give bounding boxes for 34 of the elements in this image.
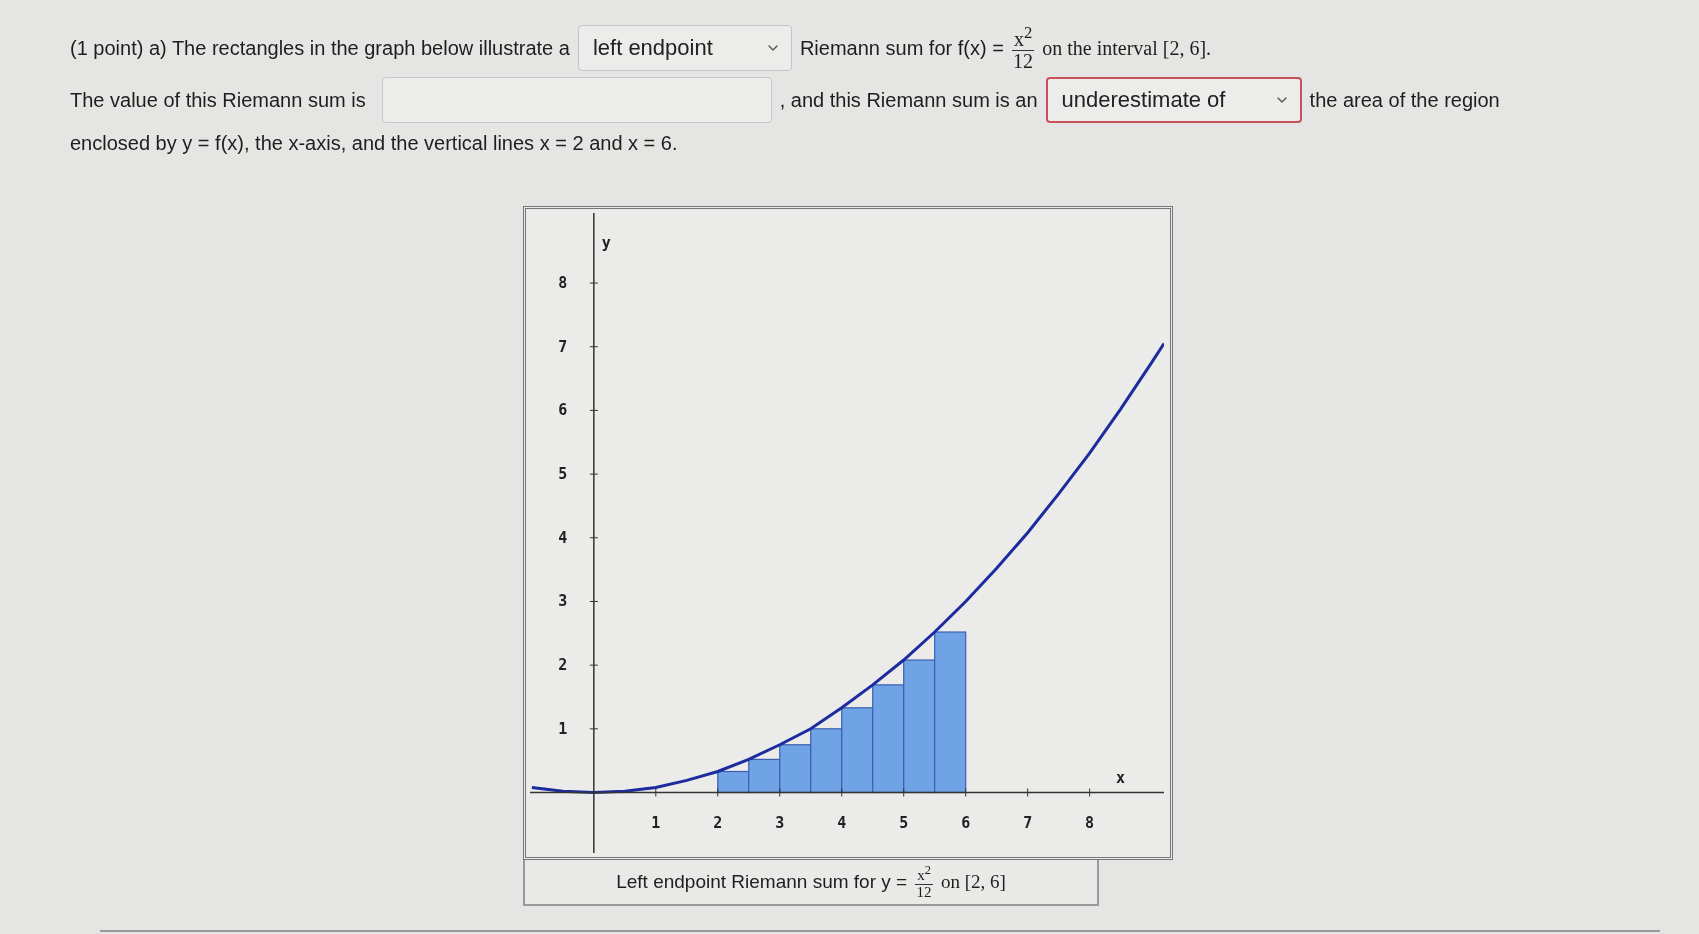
caption-text: Left endpoint Riemann sum for y = <box>616 871 908 893</box>
axis-tick-label: 1 <box>558 719 568 738</box>
axis-tick-label: 3 <box>775 813 785 832</box>
question-text: Riemann sum for f(x) = <box>799 36 1004 60</box>
riemann-rectangle <box>779 744 812 794</box>
axis-tick-label: 5 <box>899 813 909 832</box>
axis-tick-label: 4 <box>837 813 847 832</box>
axis-tick-label: 4 <box>558 528 568 547</box>
axis-tick-label: 7 <box>1023 813 1033 832</box>
question-text: enclosed by y = f(x), the x-axis, and the vertical lines x = 2 and x = 6. <box>70 131 678 155</box>
question-text: The value of this Riemann sum is <box>70 88 366 112</box>
axis-tick-label: 1 <box>651 813 661 832</box>
math-fraction: x$^{2}$ 12 <box>915 863 933 901</box>
caption-text: on [2, 6] <box>940 871 1006 893</box>
dropdown[interactable]: left endpoint <box>577 25 792 71</box>
axis-tick-label: 5 <box>558 465 568 484</box>
question-text: , and this Riemann sum is an <box>779 88 1038 112</box>
question-text: (1 point) a) The rectangles in the graph below illustrate a <box>70 36 570 60</box>
axis-tick-label: 3 <box>558 592 568 611</box>
axis-tick-label: 2 <box>558 656 568 675</box>
axis-tick-label: 8 <box>1085 813 1095 832</box>
dropdown[interactable]: underestimate of <box>1045 77 1302 123</box>
axis-tick-label: 2 <box>713 813 723 832</box>
axis-tick-label: 6 <box>558 401 568 420</box>
axis-tick-label: 6 <box>961 813 971 832</box>
axis-label: y <box>601 234 611 252</box>
axis-tick-label: 7 <box>558 337 568 356</box>
math-fraction: x$^{2}$ 12 <box>1011 24 1035 72</box>
answer-input[interactable] <box>381 77 772 123</box>
riemann-rectangle <box>810 728 843 794</box>
axis-tick-label: 8 <box>558 274 568 293</box>
question-text: the area of the region <box>1309 88 1500 112</box>
axis-label: x <box>1116 768 1126 787</box>
question-text: on the interval [2, 6]. <box>1042 36 1212 60</box>
